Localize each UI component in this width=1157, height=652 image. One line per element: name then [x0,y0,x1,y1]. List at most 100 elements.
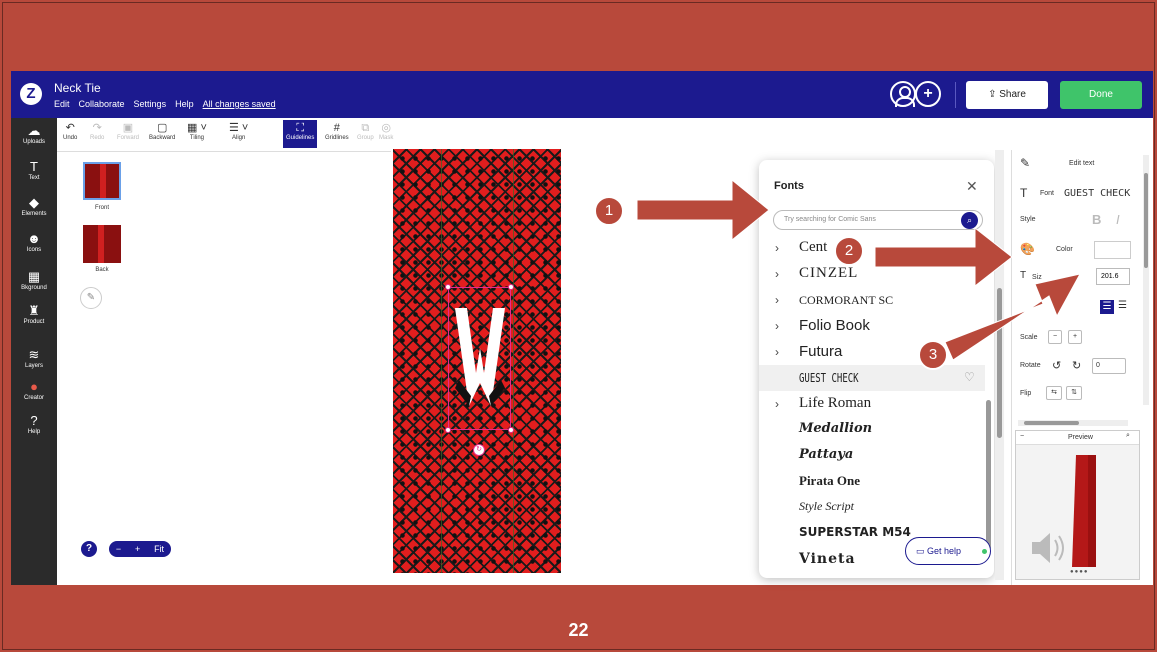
scroll-thumb[interactable] [1024,421,1079,425]
fonts-scrollbar[interactable] [986,400,991,550]
guidelines-button[interactable]: ⛶ Guidelines [283,120,318,148]
mask-icon: ◎ [381,122,391,134]
gridlines-button[interactable]: # Gridlines [325,122,349,141]
nav-layers[interactable]: ≋ Layers [11,348,57,370]
favorite-heart-icon[interactable]: ♡ [964,370,975,384]
properties-scrollbar[interactable] [1143,155,1149,405]
callout-arrow-3 [944,273,1081,361]
font-item-pirata-one[interactable]: Pirata One [759,469,985,495]
rotate-input[interactable]: 0 [1092,358,1126,374]
tool-label: Backward [149,135,176,141]
font-item-style-script[interactable]: Style Script [759,495,985,521]
font-name: Medallion [799,421,873,436]
preview-page-dots[interactable]: ●●●● [1070,569,1089,575]
flip-vertical-icon[interactable]: ⇅ [1066,386,1082,400]
editor-toolbar: ↶ Undo ↷ Redo ▣ Forward ▢ Backward ▦ ˅ Tiling… [57,118,393,152]
callout-2: 2 [834,236,864,266]
menu-collaborate[interactable]: Collaborate [79,99,125,109]
menu-bar: Edit Collaborate Settings Help All chang… [54,99,276,109]
undo-icon: ↶ [65,122,75,134]
menu-help[interactable]: Help [175,99,194,109]
help-question-icon[interactable]: ? [81,541,97,557]
font-item-medallion[interactable]: Medallion [759,417,985,443]
group-button[interactable]: ⧉ Group [357,122,374,141]
properties-horizontal-scrollbar[interactable] [1018,420,1128,426]
nav-label: Bkground [21,285,47,291]
pages-panel: Front Back ✎ ? − + Fit [57,152,391,572]
size-input[interactable]: 201.6 [1096,268,1130,285]
nav-background[interactable]: ▦ Bkground [11,270,57,292]
necktie-design[interactable]: ↻ [393,149,561,573]
font-row[interactable]: T Font GUEST CHECK [1012,186,1142,202]
backward-icon: ▢ [156,122,168,134]
font-item-guest-check[interactable]: GUEST CHECK ♡ [759,365,985,391]
selected-text-box[interactable] [445,284,514,433]
nav-elements[interactable]: ◆ Elements [11,195,57,218]
share-icon: ⇪ [988,89,1000,100]
backward-button[interactable]: ▢ Backward [149,122,175,141]
resize-handle[interactable] [508,284,514,290]
nav-help[interactable]: ? Help [11,414,57,436]
italic-button[interactable]: I [1116,212,1120,227]
zoom-icon[interactable]: ⌕ [1126,432,1130,440]
align-center-button[interactable]: ☰ [1100,300,1114,314]
cloud-upload-icon: ☁ [27,123,41,138]
nav-text[interactable]: T Text [11,160,57,182]
user-avatar-icon[interactable] [890,81,916,107]
color-label: Color [1056,246,1073,253]
document-title[interactable]: Neck Tie [54,81,101,95]
undo-button[interactable]: ↶ Undo [63,122,77,141]
preview-header: − Preview ⌕ [1016,431,1139,445]
resize-handle[interactable] [445,427,451,433]
flip-horizontal-icon[interactable]: ⇆ [1046,386,1062,400]
share-label: Share [999,89,1026,100]
resize-handle[interactable] [445,284,451,290]
font-name: Futura [799,343,843,360]
redo-button[interactable]: ↷ Redo [90,122,104,141]
mask-button[interactable]: ◎ Mask [379,122,393,141]
color-swatch[interactable] [1094,241,1131,259]
tiling-button[interactable]: ▦ ˅ Tiling [187,122,207,141]
menu-edit[interactable]: Edit [54,99,70,109]
bold-button[interactable]: B [1092,212,1101,227]
zoom-in-button[interactable]: + [135,544,140,554]
rotate-handle-icon[interactable]: ↻ [473,444,485,456]
nav-label: Help [27,429,41,435]
fonts-panel-title: Fonts [774,180,804,192]
app-logo-icon[interactable]: Z [20,83,42,105]
save-status[interactable]: All changes saved [203,99,276,109]
front-page-thumbnail[interactable] [83,162,121,200]
collapse-icon[interactable]: − [1020,433,1024,440]
edit-text-label: Edit text [1069,160,1095,167]
font-item-pattaya[interactable]: Pattaya [759,443,985,469]
elements-icon: ◆ [29,195,39,210]
font-name: Pattaya [799,447,854,462]
font-item-life-roman[interactable]: › Life Roman [759,391,985,417]
flip-row: Flip ⇆ ⇅ [1012,386,1142,402]
zoom-out-button[interactable]: − [116,544,121,554]
share-button[interactable]: ⇪ Share [966,81,1048,109]
menu-settings[interactable]: Settings [134,99,167,109]
tool-label: Gridlines [325,135,349,141]
speaker-icon[interactable] [1030,530,1072,566]
align-right-button[interactable]: ☰ [1118,300,1127,311]
zoom-fit-button[interactable]: Fit [154,544,164,554]
nav-product[interactable]: ♜ Product [11,304,57,326]
align-button[interactable]: ☰ ˅ Align [229,122,248,141]
back-page-thumbnail[interactable] [83,225,121,263]
nav-creator[interactable]: ● Creator [11,380,57,402]
done-button[interactable]: Done [1060,81,1142,109]
edit-pages-pencil-icon[interactable]: ✎ [80,287,102,309]
forward-button[interactable]: ▣ Forward [117,122,139,141]
nav-icons[interactable]: ☻ Icons [11,232,57,254]
add-collaborator-button[interactable]: + [915,81,941,107]
rotate-label: Rotate [1020,362,1041,369]
close-icon[interactable]: ✕ [966,178,978,195]
resize-handle[interactable] [508,427,514,433]
font-name: GUEST CHECK [799,371,859,385]
edit-text-row[interactable]: ✎ Edit text [1012,156,1142,172]
nav-uploads[interactable]: ☁ Uploads [11,123,57,146]
canvas-vertical-scrollbar[interactable] [995,150,1004,580]
get-help-button[interactable]: ▭ Get help [905,537,991,565]
scroll-thumb[interactable] [1144,173,1148,268]
